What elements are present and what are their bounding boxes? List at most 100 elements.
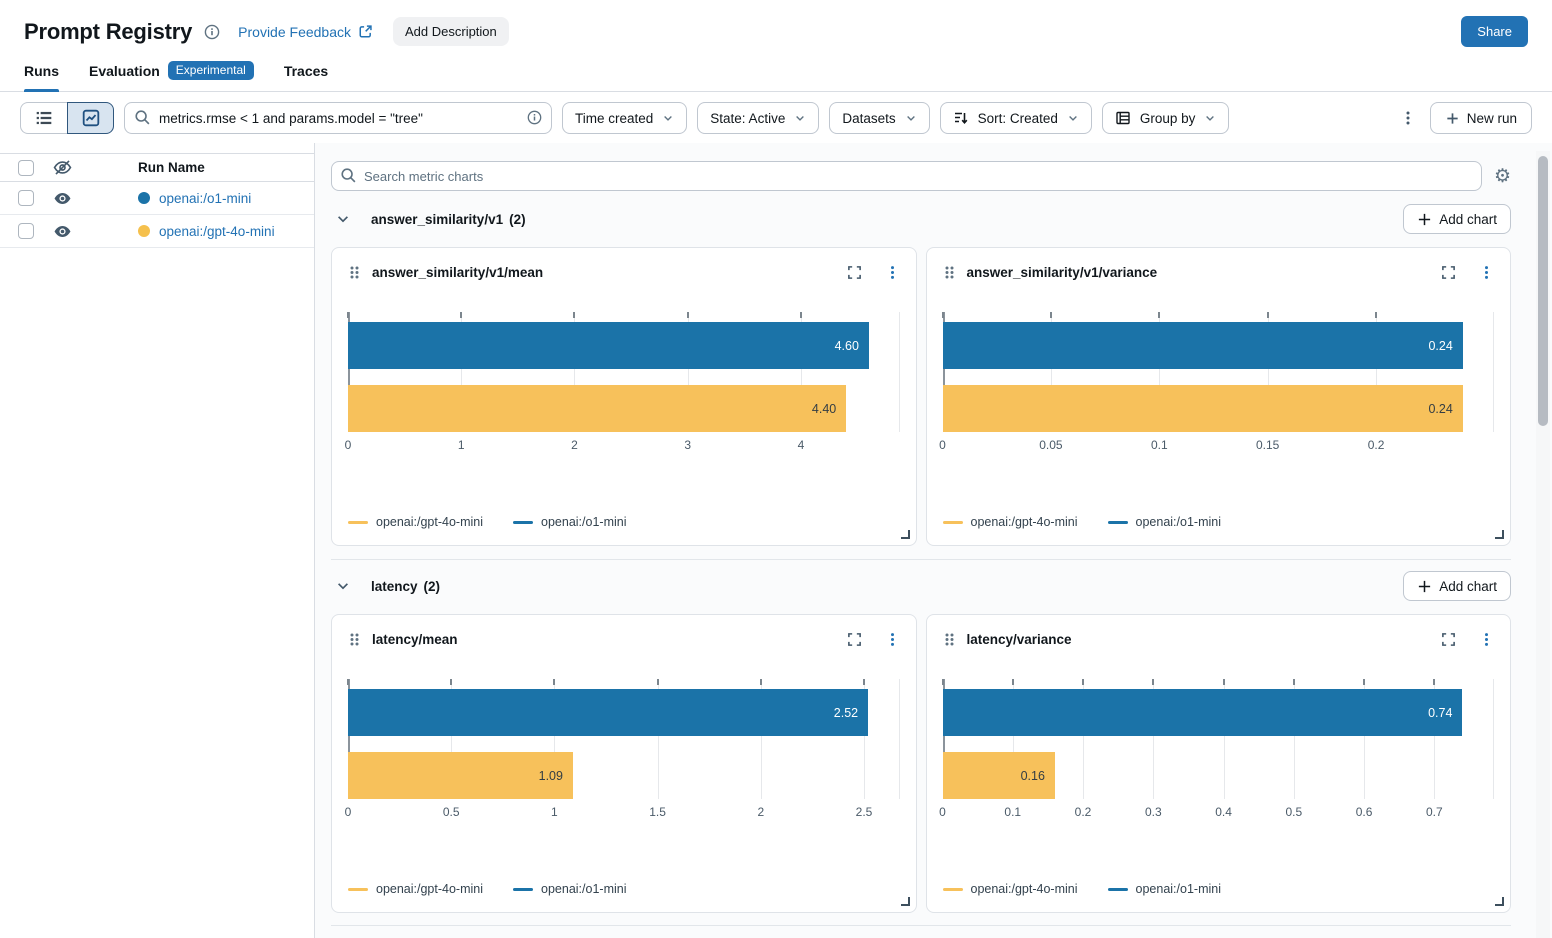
drag-handle-icon[interactable]: [943, 265, 956, 280]
run-checkbox[interactable]: [18, 223, 34, 239]
run-row[interactable]: openai:/gpt-4o-mini: [0, 215, 314, 248]
chart-menu-icon[interactable]: [1479, 265, 1494, 280]
chart-card-header: answer_similarity/v1/mean: [348, 260, 900, 284]
select-all-checkbox[interactable]: [18, 160, 34, 176]
list-view-icon: [35, 109, 53, 127]
chart-legend: openai:/gpt-4o-mini openai:/o1-mini: [348, 882, 900, 898]
bar-value-label: 0.24: [1428, 339, 1452, 353]
add-description-button[interactable]: Add Description: [393, 17, 509, 46]
metric-chart-search-input[interactable]: [331, 161, 1482, 191]
legend-label: openai:/gpt-4o-mini: [376, 515, 483, 529]
chart-view-icon: [82, 109, 100, 127]
run-name-link[interactable]: openai:/o1-mini: [159, 191, 251, 206]
x-tick-label: 0.7: [1426, 805, 1443, 819]
tab-runs[interactable]: Runs: [24, 55, 59, 91]
legend-item[interactable]: openai:/gpt-4o-mini: [348, 515, 483, 529]
legend-item[interactable]: openai:/gpt-4o-mini: [943, 882, 1078, 896]
search-icon: [340, 167, 357, 184]
datasets-filter[interactable]: Datasets: [829, 102, 929, 134]
legend-swatch: [513, 521, 533, 524]
section-header: latency (2) Add chart: [331, 566, 1511, 606]
x-tick-label: 0: [939, 805, 946, 819]
expand-chart-icon[interactable]: [1441, 265, 1456, 280]
eye-icon[interactable]: [52, 189, 72, 208]
legend-item[interactable]: openai:/o1-mini: [1108, 515, 1221, 529]
runs-toolbar: Time created State: Active Datasets Sort…: [0, 92, 1552, 143]
legend-item[interactable]: openai:/gpt-4o-mini: [348, 882, 483, 896]
gear-icon[interactable]: ⚙: [1494, 167, 1511, 186]
tab-traces-label: Traces: [284, 63, 328, 79]
legend-swatch: [513, 888, 533, 891]
drag-handle-icon[interactable]: [943, 632, 956, 647]
section-collapse-icon[interactable]: [336, 579, 350, 593]
group-by-dropdown[interactable]: Group by: [1102, 102, 1230, 134]
legend-item[interactable]: openai:/gpt-4o-mini: [943, 515, 1078, 529]
chart-card: latency/variance 0.740.16 00.10.20.30.40…: [926, 614, 1512, 913]
experimental-badge: Experimental: [168, 61, 254, 80]
tab-traces[interactable]: Traces: [284, 55, 328, 91]
sort-dropdown[interactable]: Sort: Created: [940, 102, 1092, 134]
legend-item[interactable]: openai:/o1-mini: [513, 515, 626, 529]
time-created-filter[interactable]: Time created: [562, 102, 687, 134]
resize-handle[interactable]: [901, 530, 910, 539]
expand-chart-icon[interactable]: [1441, 632, 1456, 647]
x-tick-label: 2.5: [856, 805, 873, 819]
plot-area: 0.740.16: [943, 679, 1495, 799]
chart-title: answer_similarity/v1/variance: [967, 265, 1431, 280]
x-tick-label: 0.1: [1004, 805, 1021, 819]
tick-mark: [863, 679, 865, 685]
search-info-icon[interactable]: [527, 110, 542, 125]
run-name-column-header: Run Name: [138, 160, 205, 175]
plot-area: 0.240.24: [943, 312, 1495, 432]
new-run-button[interactable]: New run: [1430, 102, 1532, 134]
info-icon[interactable]: [204, 24, 220, 40]
tick-mark: [1375, 312, 1377, 318]
section-title: latency: [371, 579, 418, 594]
drag-handle-icon[interactable]: [348, 632, 361, 647]
chart-legend: openai:/gpt-4o-mini openai:/o1-mini: [943, 515, 1495, 531]
list-view-button[interactable]: [20, 102, 67, 134]
chart-menu-icon[interactable]: [885, 265, 900, 280]
add-chart-button[interactable]: Add chart: [1403, 204, 1511, 234]
run-search: [124, 102, 552, 134]
run-row[interactable]: openai:/o1-mini: [0, 182, 314, 215]
resize-handle[interactable]: [1495, 897, 1504, 906]
sort-dropdown-label: Sort: Created: [978, 111, 1058, 126]
legend-item[interactable]: openai:/o1-mini: [513, 882, 626, 896]
bar-value-label: 4.40: [812, 402, 836, 416]
gridline: [899, 312, 900, 432]
overflow-menu-icon[interactable]: [1396, 106, 1420, 130]
drag-handle-icon[interactable]: [348, 265, 361, 280]
expand-chart-icon[interactable]: [847, 632, 862, 647]
legend-item[interactable]: openai:/o1-mini: [1108, 882, 1221, 896]
tab-evaluation[interactable]: Evaluation Experimental: [89, 55, 254, 91]
page-title: Prompt Registry: [24, 19, 192, 45]
scrollbar-thumb[interactable]: [1538, 156, 1548, 426]
add-chart-button[interactable]: Add chart: [1403, 571, 1511, 601]
chart-menu-icon[interactable]: [885, 632, 900, 647]
eye-off-icon[interactable]: [52, 158, 72, 177]
gridline: [899, 679, 900, 799]
tick-mark: [1012, 679, 1014, 685]
provide-feedback-label: Provide Feedback: [238, 24, 351, 40]
run-checkbox[interactable]: [18, 190, 34, 206]
eye-icon[interactable]: [52, 222, 72, 241]
section-collapse-icon[interactable]: [336, 212, 350, 226]
run-name-link[interactable]: openai:/gpt-4o-mini: [159, 224, 275, 239]
chart-view-button[interactable]: [67, 102, 114, 134]
share-button[interactable]: Share: [1461, 16, 1528, 47]
resize-handle[interactable]: [1495, 530, 1504, 539]
x-tick-label: 0.3: [1145, 805, 1162, 819]
run-label: openai:/o1-mini: [138, 191, 251, 206]
resize-handle[interactable]: [901, 897, 910, 906]
sort-icon: [953, 110, 969, 126]
expand-chart-icon[interactable]: [847, 265, 862, 280]
x-tick-label: 0.05: [1039, 438, 1062, 452]
state-filter[interactable]: State: Active: [697, 102, 819, 134]
x-axis-ticks: 00.050.10.150.2: [943, 432, 1495, 456]
tab-bar: Runs Evaluation Experimental Traces: [0, 55, 1552, 92]
provide-feedback-link[interactable]: Provide Feedback: [238, 24, 373, 40]
chart-menu-icon[interactable]: [1479, 632, 1494, 647]
run-search-input[interactable]: [124, 102, 552, 134]
chart-title: answer_similarity/v1/mean: [372, 265, 836, 280]
